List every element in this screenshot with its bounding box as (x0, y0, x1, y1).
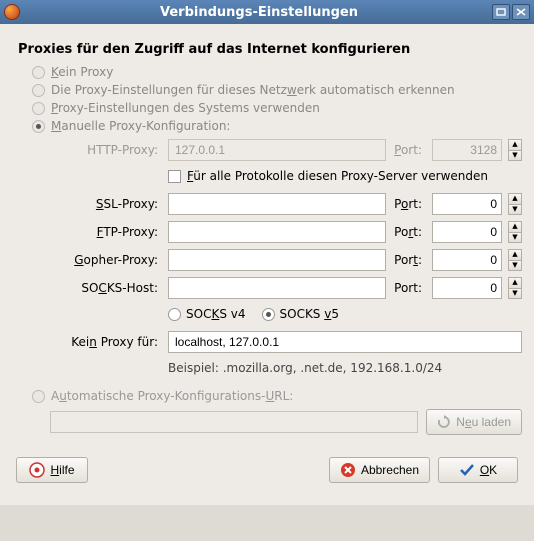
label-gopher-port: Port: (392, 253, 426, 267)
ok-button[interactable]: OK (438, 457, 518, 483)
radio-label: Manuelle Proxy-Konfiguration: (51, 119, 230, 133)
radio-label: SOCKS v4 (186, 307, 246, 321)
radio-no-proxy: Kein Proxy (32, 65, 522, 79)
radio-icon (32, 66, 45, 79)
spin-up-icon[interactable]: ▲ (508, 139, 522, 150)
radio-socks-v4[interactable]: SOCKS v4 (168, 307, 246, 321)
reload-icon (437, 415, 451, 429)
label-socks-host: SOCKS-Host: (42, 281, 162, 295)
spin-up-icon[interactable]: ▲ (508, 221, 522, 232)
use-for-all-row: Für alle Protokolle diesen Proxy-Server … (168, 169, 522, 183)
radio-icon (32, 102, 45, 115)
ftp-proxy-input[interactable] (168, 221, 386, 243)
label-ftp-proxy: FTP-Proxy: (42, 225, 162, 239)
app-icon (4, 4, 20, 20)
radio-manual-proxy: Manuelle Proxy-Konfiguration: (32, 119, 522, 133)
spin-up-icon[interactable]: ▲ (508, 277, 522, 288)
label-no-proxy-for: Kein Proxy für: (42, 335, 162, 349)
auto-config-url-input (50, 411, 418, 433)
titlebar: Verbindungs-Einstellungen (0, 0, 534, 24)
gopher-port-spinner: ▲ ▼ (508, 249, 522, 271)
window-title: Verbindungs-Einstellungen (26, 5, 492, 20)
radio-auto-detect: Die Proxy-Einstellungen für dieses Netzw… (32, 83, 522, 97)
radio-label: Proxy-Einstellungen des Systems verwende… (51, 101, 320, 115)
help-button[interactable]: Hilfe (16, 457, 88, 483)
radio-system-proxy: Proxy-Einstellungen des Systems verwende… (32, 101, 522, 115)
window-controls (492, 4, 530, 20)
spin-up-icon[interactable]: ▲ (508, 249, 522, 260)
ssl-port-input[interactable] (432, 193, 502, 215)
radio-icon (32, 84, 45, 97)
close-button[interactable] (512, 4, 530, 20)
spin-down-icon[interactable]: ▼ (508, 204, 522, 216)
radio-icon (262, 308, 275, 321)
ssl-port-spinner: ▲ ▼ (508, 193, 522, 215)
spin-up-icon[interactable]: ▲ (508, 193, 522, 204)
socks-port-input[interactable] (432, 277, 502, 299)
radio-socks-v5[interactable]: SOCKS v5 (262, 307, 340, 321)
reload-button: Neu laden (426, 409, 522, 435)
label-http-proxy: HTTP-Proxy: (42, 143, 162, 157)
ok-label: OK (480, 463, 497, 477)
maximize-icon (496, 8, 506, 16)
label-ftp-port: Port: (392, 225, 426, 239)
maximize-button[interactable] (492, 4, 510, 20)
http-proxy-input (168, 139, 386, 161)
cancel-label: Abbrechen (361, 463, 419, 477)
reload-label: Neu laden (456, 415, 511, 429)
use-for-all-label: Für alle Protokolle diesen Proxy-Server … (187, 169, 488, 183)
ok-icon (459, 462, 475, 478)
socks-host-input[interactable] (168, 277, 386, 299)
section-heading: Proxies für den Zugriff auf das Internet… (18, 42, 522, 57)
help-icon (29, 462, 45, 478)
radio-icon (32, 120, 45, 133)
http-port-input (432, 139, 502, 161)
ftp-port-input[interactable] (432, 221, 502, 243)
use-for-all-checkbox[interactable] (168, 170, 181, 183)
no-proxy-example: Beispiel: .mozilla.org, .net.de, 192.168… (168, 361, 522, 375)
gopher-proxy-input[interactable] (168, 249, 386, 271)
ssl-proxy-input[interactable] (168, 193, 386, 215)
no-proxy-for-input[interactable] (168, 331, 522, 353)
spin-down-icon[interactable]: ▼ (508, 288, 522, 300)
close-icon (516, 8, 526, 16)
radio-auto-config-url: Automatische Proxy-Konfigurations-URL: (32, 389, 522, 403)
http-port-spinner: ▲ ▼ (508, 139, 522, 161)
radio-label: Die Proxy-Einstellungen für dieses Netzw… (51, 83, 455, 97)
proxy-grid: HTTP-Proxy: Port: ▲ ▼ Für alle Protokoll… (42, 139, 522, 381)
spin-down-icon[interactable]: ▼ (508, 150, 522, 162)
radio-icon (168, 308, 181, 321)
footer-right: Abbrechen OK (329, 457, 518, 483)
radio-label: SOCKS v5 (280, 307, 340, 321)
gopher-port-input[interactable] (432, 249, 502, 271)
socks-port-spinner: ▲ ▼ (508, 277, 522, 299)
radio-icon (32, 390, 45, 403)
radio-label: Kein Proxy (51, 65, 113, 79)
cancel-icon (340, 462, 356, 478)
label-http-port: Port: (392, 143, 426, 157)
dialog-content: Proxies für den Zugriff auf das Internet… (0, 24, 534, 505)
label-ssl-proxy: SSL-Proxy: (42, 197, 162, 211)
help-label: Hilfe (50, 463, 74, 477)
auto-url-row: Neu laden (50, 409, 522, 435)
spin-down-icon[interactable]: ▼ (508, 232, 522, 244)
label-ssl-port: Port: (392, 197, 426, 211)
dialog-footer: Hilfe Abbrechen OK (16, 457, 518, 487)
dialog-window: Verbindungs-Einstellungen Proxies für de… (0, 0, 534, 505)
ftp-port-spinner: ▲ ▼ (508, 221, 522, 243)
spin-down-icon[interactable]: ▼ (508, 260, 522, 272)
label-gopher-proxy: Gopher-Proxy: (42, 253, 162, 267)
radio-label: Automatische Proxy-Konfigurations-URL: (51, 389, 293, 403)
cancel-button[interactable]: Abbrechen (329, 457, 430, 483)
label-socks-port: Port: (392, 281, 426, 295)
socks-version-row: SOCKS v4 SOCKS v5 (168, 307, 522, 321)
